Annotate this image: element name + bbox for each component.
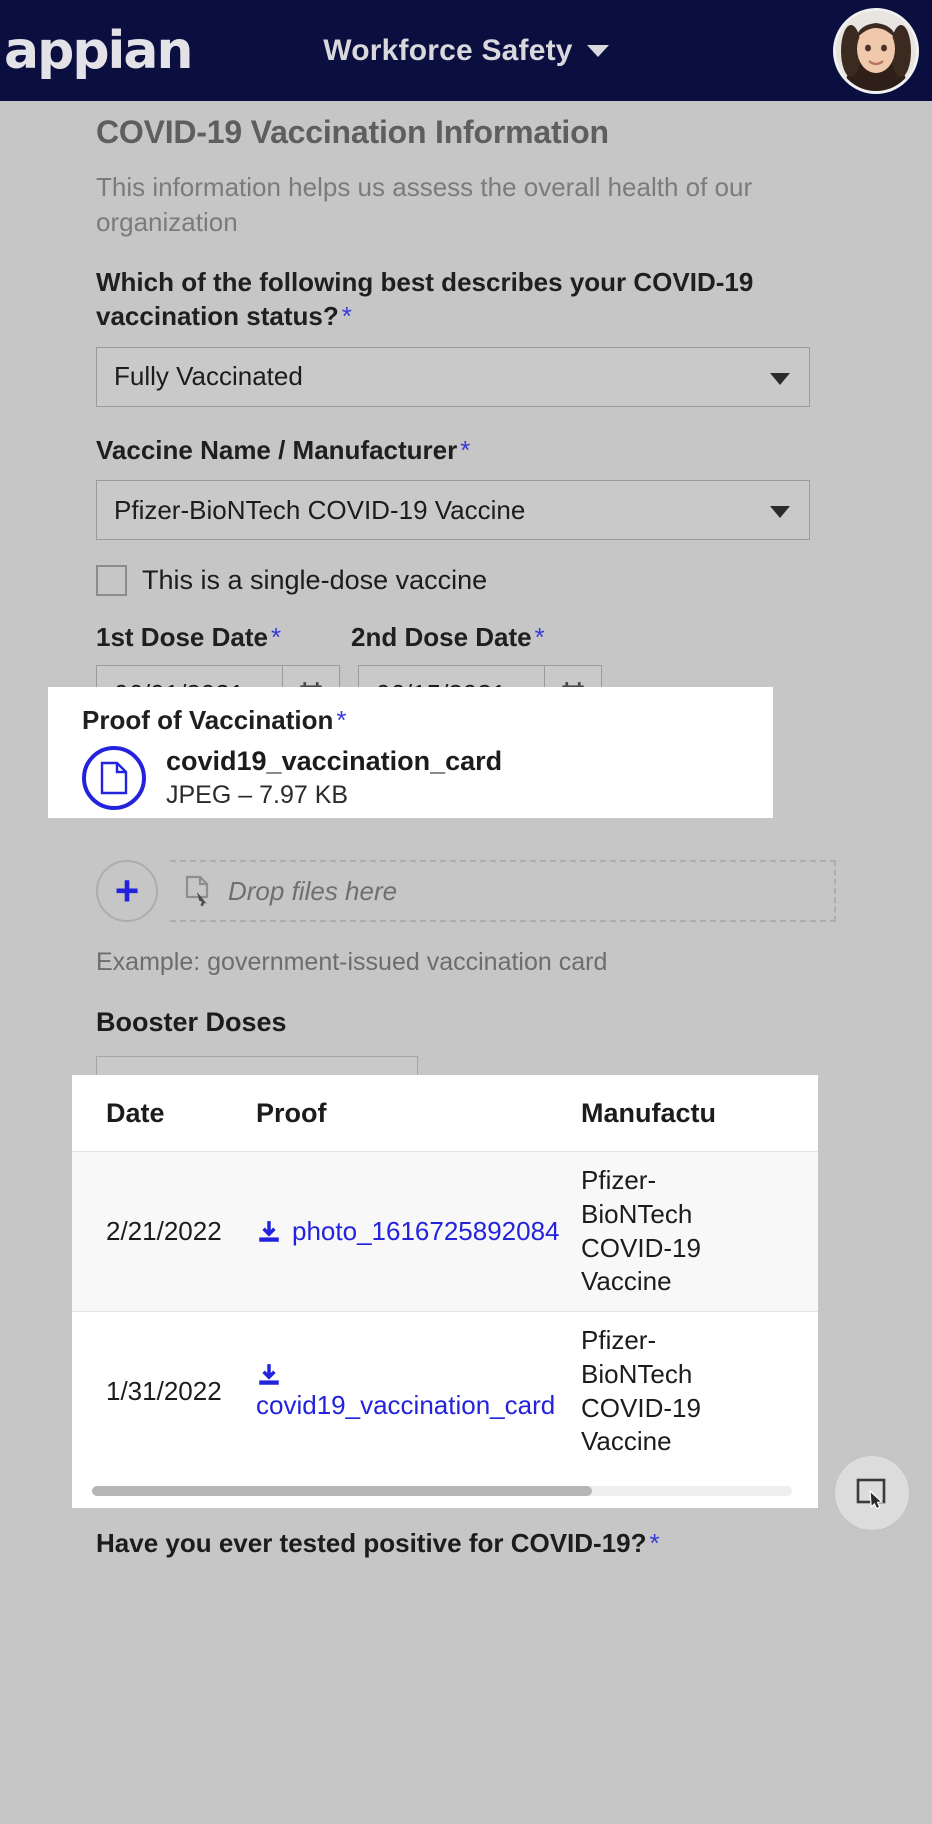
app-header: appian Workforce Safety [0,0,932,101]
file-cursor-icon [185,875,209,907]
row-proof[interactable]: photo_1616725892084 [256,1152,581,1311]
proof-label-text: Proof of Vaccination [82,705,334,735]
row-date: 1/31/2022 [106,1376,222,1406]
attached-file-meta: JPEG – 7.97 KB [166,780,349,809]
form-content: COVID-19 Vaccination Information This in… [0,101,932,1120]
manufacturer-label-text: Vaccine Name / Manufacturer [96,434,458,465]
document-icon [82,746,146,810]
vaccination-status-select[interactable]: Fully Vaccinated [96,346,810,407]
dose1-label-text: 1st Dose Date [96,622,268,653]
table-row[interactable]: 2/21/2022 photo_1616725892084 Pfizer-Bio… [72,1151,818,1311]
download-link[interactable]: photo_1616725892084 [256,1216,560,1247]
appian-logo[interactable]: appian [4,25,193,77]
booster-doses-heading: Booster Doses [96,1007,287,1038]
single-dose-checkbox-row[interactable]: This is a single-dose vaccine [96,565,836,597]
table-row[interactable]: 1/31/2022 covid19_vaccination_card Pfize… [72,1311,818,1471]
required-marker: * [460,434,471,465]
page-title: COVID-19 Vaccination Information [96,114,609,150]
scrollbar-thumb[interactable] [92,1486,592,1496]
select-region-button[interactable] [834,1455,910,1531]
dose-dates-labels: 1st Dose Date * 2nd Dose Date * [96,622,836,653]
row-proof[interactable]: covid19_vaccination_card [256,1312,581,1471]
app-root: appian Workforce Safety COVID-19 Vaccina… [0,0,932,1824]
booster-doses-table: Date Proof Manufactu 2/21/2022 photo_161… [72,1075,818,1508]
chevron-down-icon [770,372,790,385]
download-link-label[interactable]: covid19_vaccination_card [256,1390,555,1421]
single-dose-label: This is a single-dose vaccine [142,565,488,596]
drop-area[interactable]: Drop files here [170,860,836,923]
required-marker: * [270,622,282,653]
manufacturer-value: Pfizer-BioNTech COVID-19 Vaccine [114,494,526,525]
file-upload-dropzone[interactable]: + Drop files here [96,860,836,923]
form-body: COVID-19 Vaccination Information This in… [0,101,932,1120]
column-header-manufacturer[interactable]: Manufactu [581,1098,751,1129]
row-manufacturer: Pfizer-BioNTech COVID-19 Vaccine [581,1164,701,1297]
column-header-proof[interactable]: Proof [256,1098,581,1129]
download-link-label: photo_1616725892084 [292,1216,560,1246]
attached-file-card[interactable]: covid19_vaccination_card JPEG – 7.97 KB [82,746,773,810]
chevron-down-icon[interactable] [586,44,609,57]
dose2-label-text: 2nd Dose Date [351,622,532,653]
table-body: Date Proof Manufactu 2/21/2022 photo_161… [72,1075,818,1471]
table-horizontal-scrollbar[interactable] [92,1486,792,1496]
manufacturer-select[interactable]: Pfizer-BioNTech COVID-19 Vaccine [96,480,810,541]
required-marker: * [341,301,352,332]
row-manufacturer: Pfizer-BioNTech COVID-19 Vaccine [581,1324,701,1457]
add-file-button[interactable]: + [96,860,158,923]
required-marker: * [336,705,347,735]
covid-positive-question-text: Have you ever tested positive for COVID-… [96,1528,647,1558]
download-icon [259,1220,279,1242]
user-avatar-image [836,11,916,91]
dose1-label: 1st Dose Date * [96,622,351,653]
page-subtitle: This information helps us assess the ove… [96,172,753,237]
document-glyph [100,761,128,795]
vaccination-status-label: Which of the following best describes yo… [96,265,806,334]
manufacturer-label: Vaccine Name / Manufacturer * [96,433,806,467]
row-date: 2/21/2022 [106,1216,222,1246]
covid-positive-question: Have you ever tested positive for COVID-… [96,1528,660,1559]
site-title[interactable]: Workforce Safety [323,34,572,68]
attached-file-name: covid19_vaccination_card [166,746,503,777]
upload-example-text: Example: government-issued vaccination c… [96,948,608,977]
proof-of-vaccination-panel: Proof of Vaccination * covid19_vaccinatio… [48,687,773,818]
table-header-row: Date Proof Manufactu [72,1075,818,1151]
column-header-date[interactable]: Date [106,1098,256,1129]
chevron-down-icon [770,506,790,519]
vaccination-status-label-text: Which of the following best describes yo… [96,267,754,332]
attached-file-info: covid19_vaccination_card JPEG – 7.97 KB [166,746,502,809]
select-region-icon [856,1478,886,1510]
required-marker: * [649,1528,660,1558]
dose2-label: 2nd Dose Date * [351,622,545,653]
required-marker: * [534,622,545,653]
vaccination-status-value: Fully Vaccinated [114,361,303,392]
drop-files-text: Drop files here [228,875,398,906]
avatar[interactable] [833,8,919,94]
proof-of-vaccination-label: Proof of Vaccination * [82,705,773,736]
single-dose-checkbox[interactable] [96,565,127,597]
download-icon [259,1364,279,1385]
